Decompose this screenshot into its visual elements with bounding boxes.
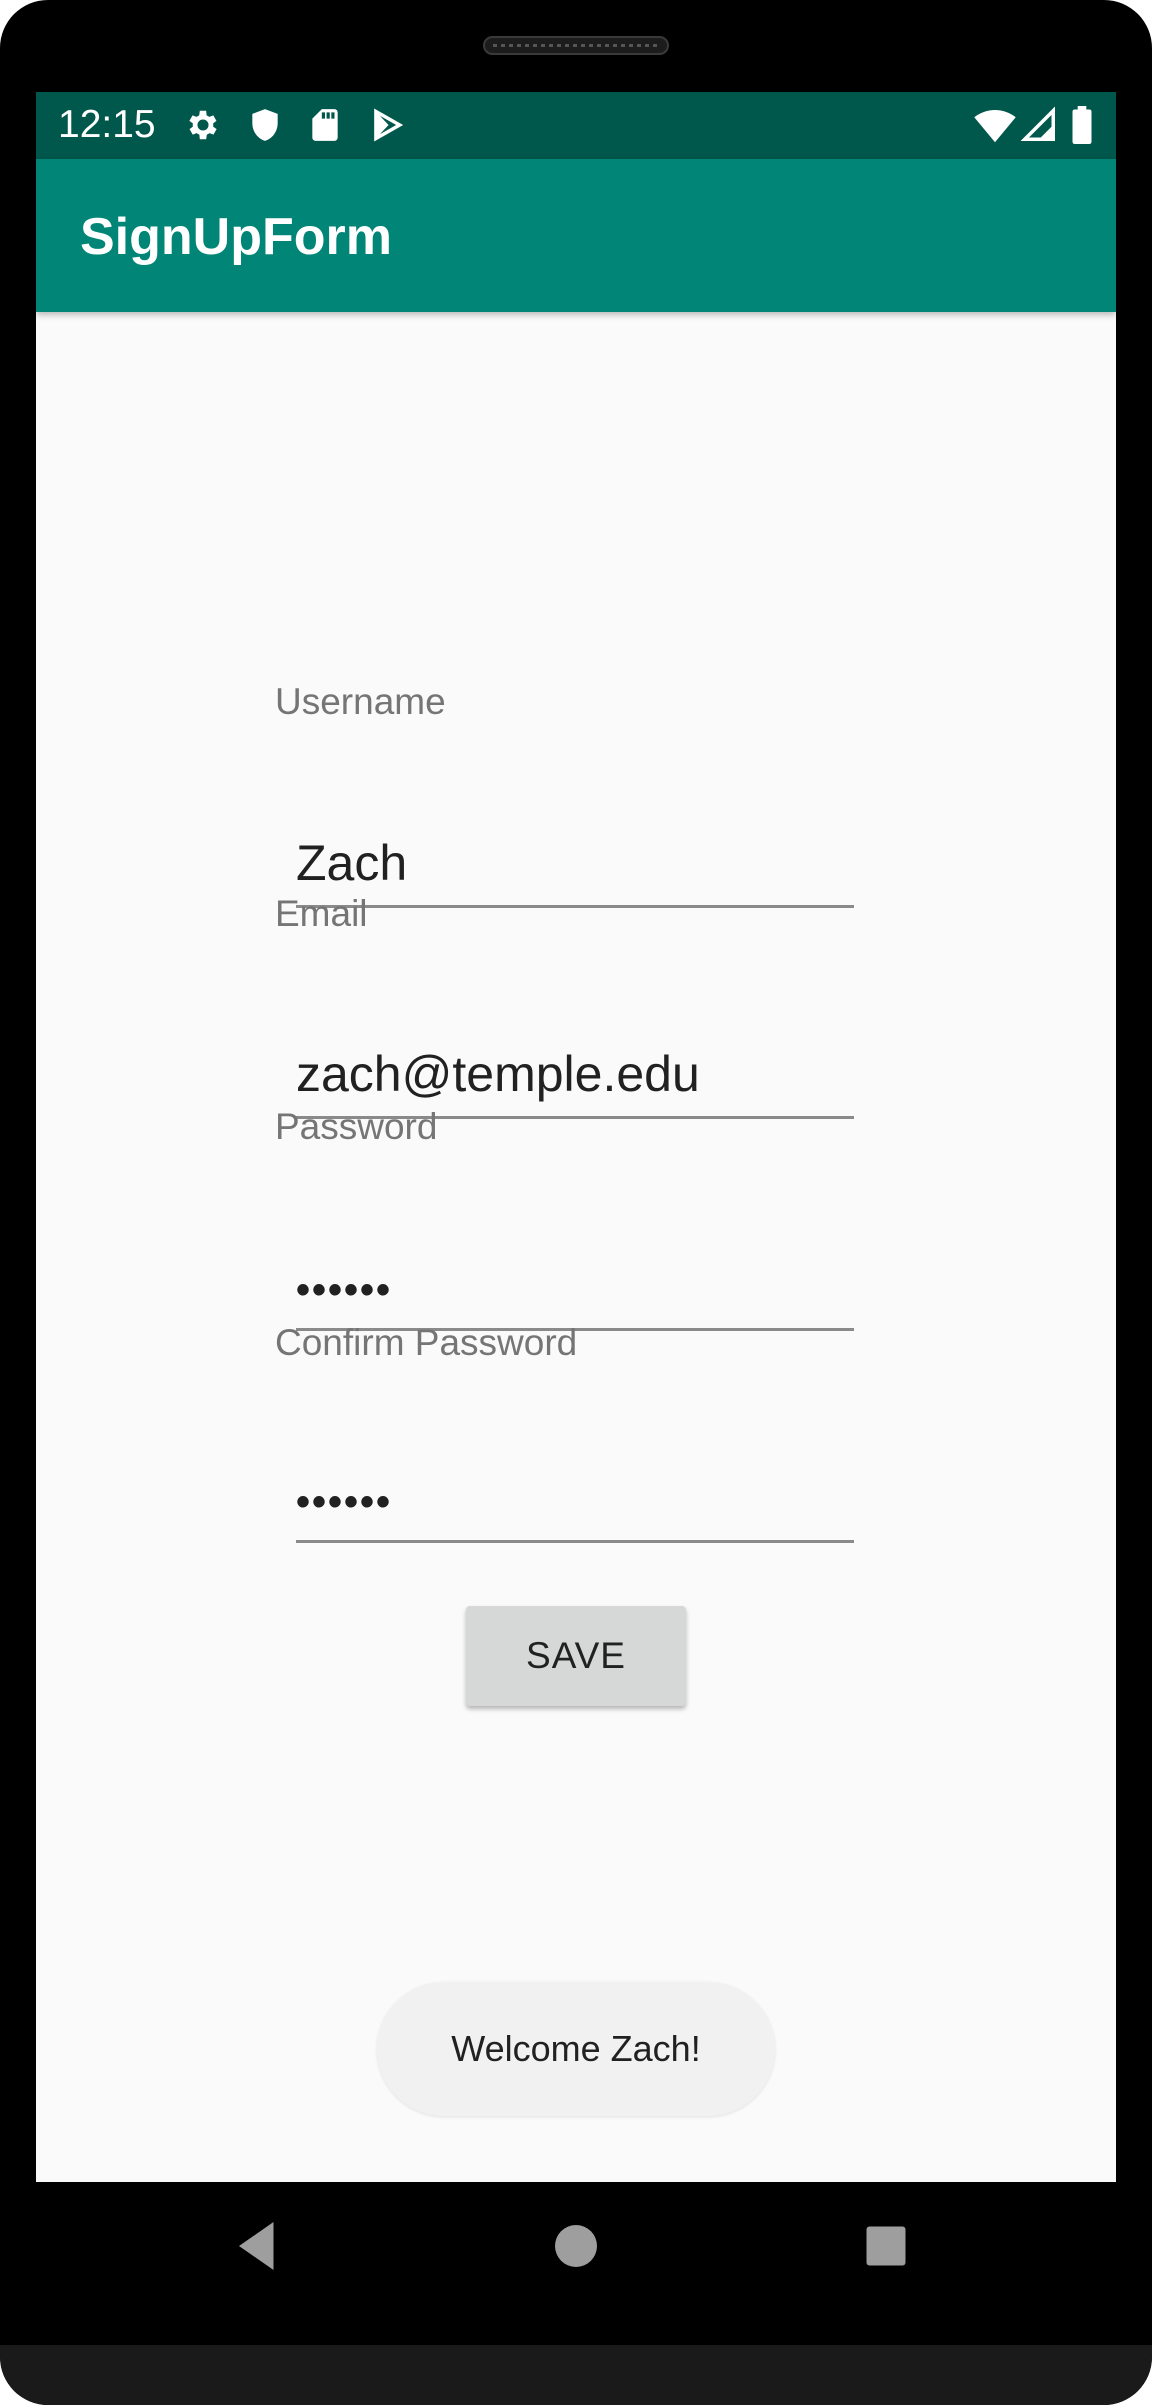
save-button[interactable]: SAVE [466,1606,686,1706]
password-label: Password [275,1106,438,1147]
navigation-bar [36,2182,1116,2312]
phone-bottom-edge [0,2345,1152,2405]
screen: 12:15 SignUpForm Username Zach Email zac… [36,92,1116,2182]
username-label: Username [275,681,446,722]
wifi-icon [974,106,1016,144]
password-value: •••••• [296,1268,393,1312]
sd-card-icon [306,106,344,144]
app-title: SignUpForm [80,208,392,266]
password-field[interactable]: •••••• [296,1251,854,1331]
play-store-icon [368,106,406,144]
username-value: Zach [296,835,408,891]
app-bar: SignUpForm [36,159,1116,312]
phone-frame: 12:15 SignUpForm Username Zach Email zac… [0,0,1152,2405]
cell-signal-icon [1020,106,1058,144]
recents-icon [850,2226,922,2285]
home-icon [540,2225,612,2285]
email-label: Email [275,893,368,934]
confirm-password-label: Confirm Password [275,1322,578,1363]
speaker-grille [483,36,669,55]
back-icon [224,2222,296,2285]
toast-message: Welcome Zach! [377,1982,775,2116]
shield-icon [246,106,284,144]
confirm-password-field[interactable]: •••••• [296,1463,854,1543]
confirm-password-value: •••••• [296,1480,393,1524]
recents-button[interactable] [850,2210,922,2282]
status-bar: 12:15 [36,92,1116,159]
gear-icon [184,106,222,144]
battery-icon [1070,106,1094,144]
home-button[interactable] [540,2210,612,2282]
back-button[interactable] [224,2210,296,2282]
status-time: 12:15 [58,103,156,146]
username-field[interactable]: Zach [296,828,854,908]
email-value: zach@temple.edu [296,1046,700,1102]
